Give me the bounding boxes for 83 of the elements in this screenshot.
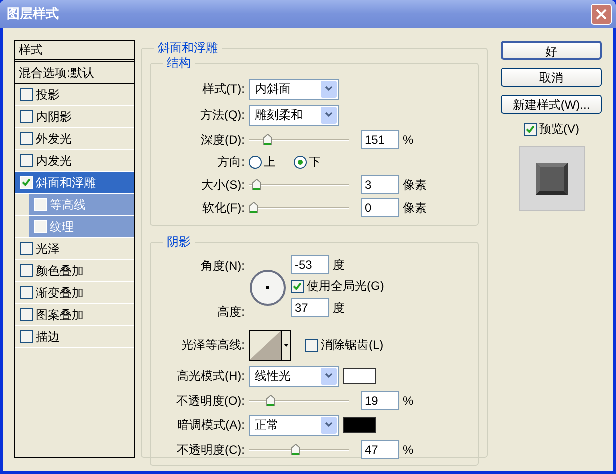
field-label: 高光模式(H):	[176, 368, 245, 385]
style-list-item[interactable]: 外发光	[15, 128, 134, 149]
dropdown[interactable]: 正常	[249, 414, 339, 436]
checkbox-label: 预览(V)	[540, 121, 580, 138]
unit-label: %	[403, 392, 414, 410]
field-label: 角度(N):	[200, 258, 245, 275]
list-item[interactable]: 混合选项:默认	[15, 62, 134, 84]
field-label: 样式(T):	[201, 81, 245, 98]
checkbox[interactable]	[20, 132, 33, 145]
checkbox[interactable]	[20, 154, 33, 167]
caret-icon	[284, 344, 288, 346]
number-field[interactable]: 0	[361, 198, 399, 217]
checkbox[interactable]	[20, 242, 33, 255]
checkbox-label: 消除锯齿(L)	[321, 337, 384, 354]
field-label: 暗调模式(A):	[176, 417, 245, 434]
style-list-item[interactable]: 光泽	[15, 238, 134, 259]
style-list-item[interactable]: 投影	[15, 84, 134, 105]
style-list-item[interactable]: 内阴影	[15, 106, 134, 127]
number-field[interactable]: -53	[291, 255, 329, 274]
number-field[interactable]: 3	[361, 175, 399, 194]
number-field[interactable]: 47	[361, 440, 399, 459]
unit-label: %	[403, 132, 414, 148]
color-swatch[interactable]	[343, 417, 376, 433]
field-label: 高度:	[216, 304, 245, 321]
dialog-button[interactable]: 取消	[501, 68, 602, 87]
color-swatch[interactable]	[343, 368, 376, 384]
number-field[interactable]: 151	[361, 130, 399, 149]
checkbox[interactable]	[20, 88, 33, 101]
style-list-item[interactable]: 斜面和浮雕	[15, 172, 134, 193]
checkbox[interactable]	[291, 280, 304, 292]
style-list-item[interactable]: 图案叠加	[15, 304, 134, 325]
field-label: 光泽等高线:	[180, 337, 245, 354]
checkbox[interactable]	[524, 122, 536, 136]
checkbox[interactable]	[20, 286, 33, 299]
checkbox[interactable]	[20, 110, 33, 123]
field-label: 大小(S):	[200, 176, 245, 194]
contour-picker[interactable]	[249, 330, 291, 360]
style-list-item[interactable]: 描边	[15, 326, 134, 347]
style-list-item[interactable]: 颜色叠加	[15, 260, 134, 281]
list-header: 样式	[15, 41, 134, 62]
unit-label: 度	[333, 256, 345, 274]
field-label: 方向:	[216, 154, 245, 171]
close-icon	[596, 8, 607, 20]
unit-label: 像素	[403, 176, 427, 194]
close-button[interactable]	[591, 4, 612, 24]
group-title: 阴影	[163, 234, 195, 250]
unit-label: 度	[333, 300, 345, 316]
contour-icon	[250, 330, 281, 360]
radio-label: 上	[264, 154, 276, 171]
square-icon	[536, 162, 568, 194]
slider-thumb[interactable]	[249, 202, 259, 214]
field-label: 不透明度(O):	[175, 392, 245, 410]
field-label: 方法(Q):	[199, 107, 245, 124]
window-title: 图层样式	[7, 5, 59, 24]
slider-thumb[interactable]	[291, 444, 302, 456]
unit-label: %	[403, 442, 414, 458]
checkbox[interactable]	[20, 330, 33, 343]
checkbox-label: 使用全局光(G)	[307, 278, 384, 295]
slider-thumb[interactable]	[266, 394, 276, 406]
checkbox[interactable]	[305, 338, 318, 352]
style-list-item[interactable]: 内发光	[15, 150, 134, 171]
field-label: 深度(D):	[200, 132, 245, 148]
unit-label: 像素	[403, 200, 427, 216]
dropdown[interactable]: 雕刻柔和	[249, 104, 339, 126]
style-list-item[interactable]: 渐变叠加	[15, 282, 134, 303]
radio-button[interactable]	[249, 156, 262, 168]
group-title: 斜面和浮雕	[154, 40, 222, 56]
field-label: 不透明度(C):	[176, 442, 245, 458]
slider-thumb[interactable]	[262, 134, 272, 146]
radio-label: 下	[309, 154, 321, 171]
dropdown[interactable]: 线性光	[249, 366, 339, 386]
slider-thumb[interactable]	[252, 178, 262, 190]
dialog-button[interactable]: 新建样式(W)...	[501, 95, 602, 114]
number-field[interactable]: 19	[361, 391, 399, 410]
radio-button[interactable]	[294, 156, 307, 168]
number-field[interactable]: 37	[291, 298, 329, 317]
group-title: 结构	[163, 55, 195, 71]
checkbox[interactable]	[20, 264, 33, 277]
dropdown[interactable]: 内斜面	[249, 78, 339, 100]
field-label: 软化(F):	[201, 200, 245, 216]
angle-dial[interactable]	[249, 269, 287, 307]
dialog-button[interactable]: 好	[501, 41, 602, 60]
checkbox[interactable]	[20, 308, 33, 321]
